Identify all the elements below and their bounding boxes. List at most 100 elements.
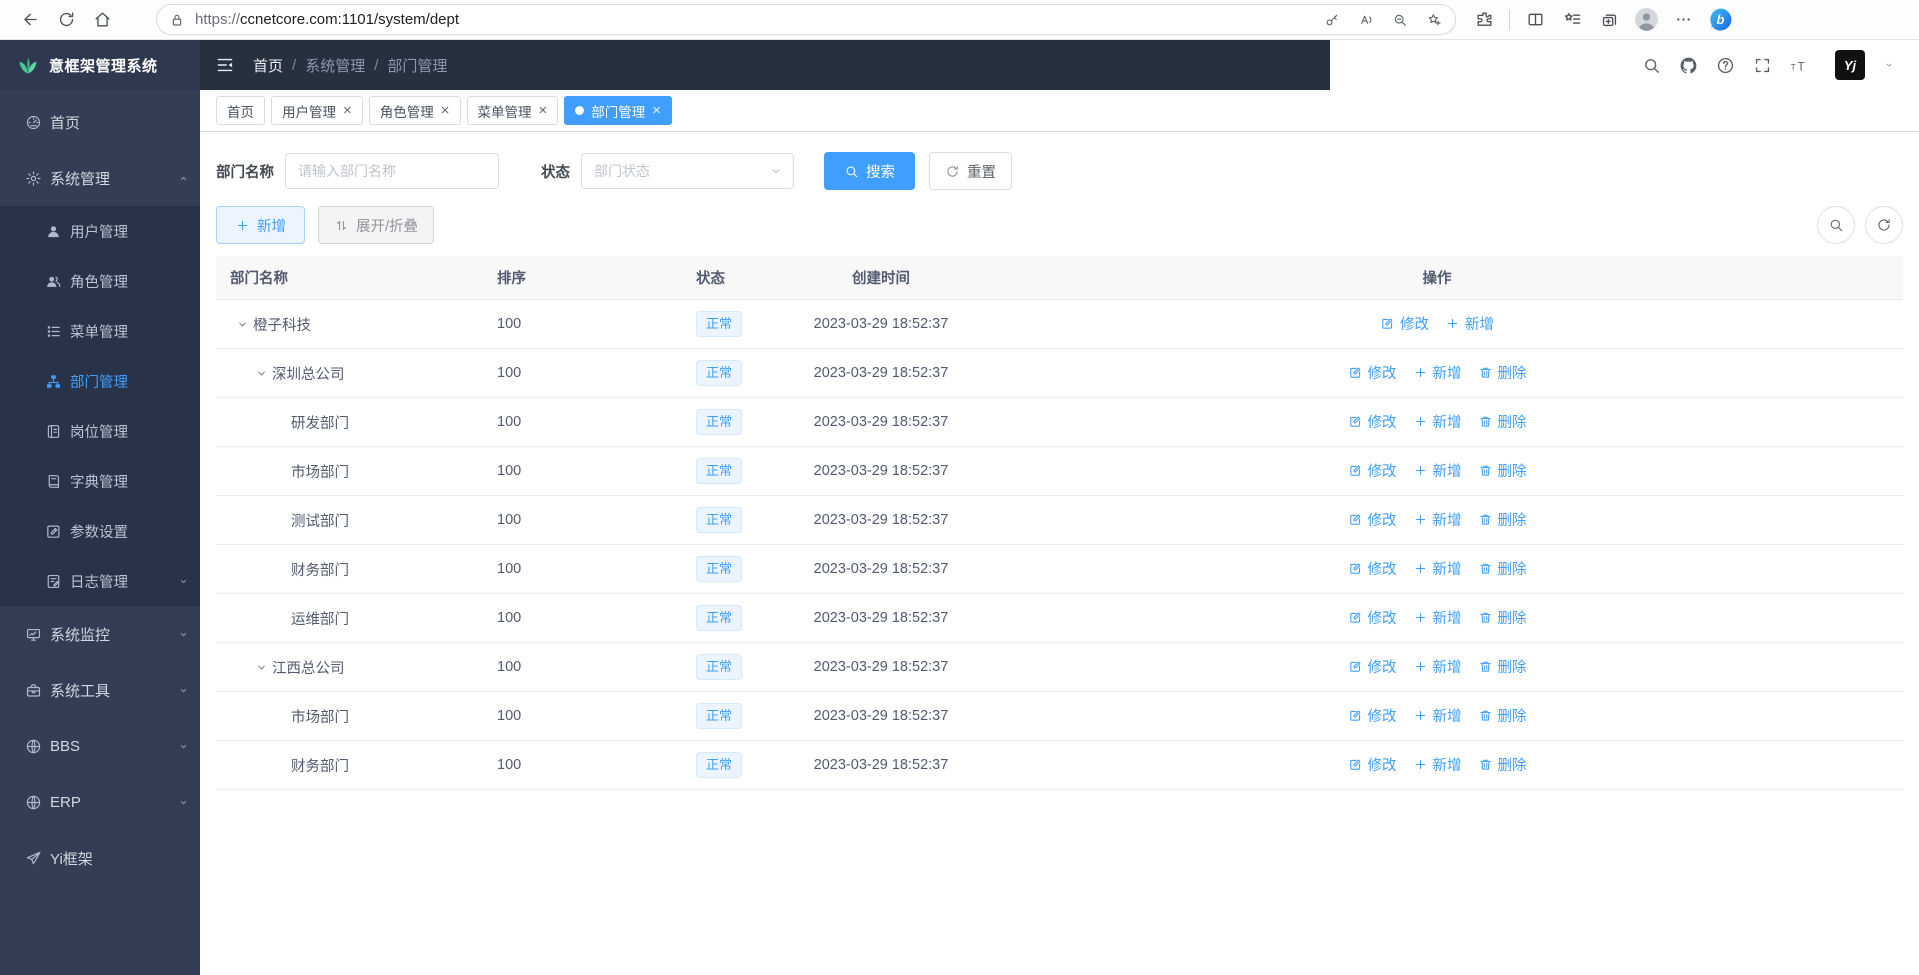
refresh-table-button[interactable] xyxy=(1865,206,1903,244)
breadcrumb-home[interactable]: 首页 xyxy=(253,55,283,76)
add-link[interactable]: 新增 xyxy=(1413,411,1462,432)
reset-button[interactable]: 重置 xyxy=(929,152,1012,190)
close-icon[interactable]: × xyxy=(441,103,450,118)
delete-link[interactable]: 删除 xyxy=(1478,558,1527,579)
edit-link[interactable]: 修改 xyxy=(1348,460,1397,481)
add-link[interactable]: 新增 xyxy=(1413,705,1462,726)
add-link[interactable]: 新增 xyxy=(1413,460,1462,481)
star-add-button[interactable] xyxy=(1419,6,1449,34)
font-size-button[interactable]: TT xyxy=(1790,56,1809,75)
add-link[interactable]: 新增 xyxy=(1445,313,1494,334)
edit-link[interactable]: 修改 xyxy=(1348,656,1397,677)
extensions-button[interactable] xyxy=(1468,4,1500,36)
add-button[interactable]: 新增 xyxy=(216,206,305,244)
dept-name: 运维部门 xyxy=(291,608,349,629)
table-toolbar: 新增 展开/折叠 xyxy=(216,206,1903,244)
add-link[interactable]: 新增 xyxy=(1413,754,1462,775)
key-button[interactable] xyxy=(1317,6,1347,34)
back-button[interactable] xyxy=(12,3,48,37)
status-badge: 正常 xyxy=(696,605,742,631)
sidebar-item-gear[interactable]: 系统管理 xyxy=(0,150,200,206)
tab-用户管理[interactable]: 用户管理× xyxy=(271,96,363,125)
add-link[interactable]: 新增 xyxy=(1413,558,1462,579)
expand-collapse-button[interactable]: 展开/折叠 xyxy=(318,206,434,244)
edit-link[interactable]: 修改 xyxy=(1348,754,1397,775)
close-icon[interactable]: × xyxy=(343,103,352,118)
split-screen-button[interactable] xyxy=(1519,4,1551,36)
delete-link[interactable]: 删除 xyxy=(1478,411,1527,432)
sidebar-item-user[interactable]: 用户管理 xyxy=(0,206,200,256)
delete-link[interactable]: 删除 xyxy=(1478,705,1527,726)
dept-name: 橙子科技 xyxy=(253,314,311,335)
sidebar-item-globe[interactable]: ERP xyxy=(0,774,200,830)
sidebar-item-dictionary[interactable]: 字典管理 xyxy=(0,456,200,506)
menu-fold-button[interactable] xyxy=(215,55,235,75)
tab-菜单管理[interactable]: 菜单管理× xyxy=(467,96,559,125)
search-icon xyxy=(1642,56,1661,75)
delete-link[interactable]: 删除 xyxy=(1478,460,1527,481)
sidebar-menu: 首页系统管理用户管理角色管理菜单管理部门管理岗位管理字典管理参数设置日志管理系统… xyxy=(0,90,200,886)
add-link[interactable]: 新增 xyxy=(1413,509,1462,530)
delete-link[interactable]: 删除 xyxy=(1478,509,1527,530)
close-icon[interactable]: × xyxy=(539,103,548,118)
app-logo[interactable]: 意框架管理系统 xyxy=(0,40,200,90)
edit-link[interactable]: 修改 xyxy=(1348,705,1397,726)
read-aloud-button[interactable] xyxy=(1351,6,1381,34)
sidebar-item-menu-list[interactable]: 菜单管理 xyxy=(0,306,200,356)
tab-部门管理[interactable]: 部门管理× xyxy=(564,96,672,125)
help-icon xyxy=(1716,56,1735,75)
zoom-out-button[interactable] xyxy=(1385,6,1415,34)
sidebar-item-dashboard[interactable]: 首页 xyxy=(0,94,200,150)
fullscreen-button[interactable] xyxy=(1753,56,1772,75)
delete-link[interactable]: 删除 xyxy=(1478,362,1527,383)
status-select[interactable]: 部门状态 xyxy=(581,153,794,189)
tab-角色管理[interactable]: 角色管理× xyxy=(369,96,461,125)
sidebar-item-log-edit[interactable]: 日志管理 xyxy=(0,556,200,606)
edit-link[interactable]: 修改 xyxy=(1380,313,1429,334)
search-button[interactable]: 搜索 xyxy=(824,152,915,190)
dept-name: 江西总公司 xyxy=(272,657,345,678)
bing-button[interactable]: b xyxy=(1704,4,1736,36)
edit-link[interactable]: 修改 xyxy=(1348,411,1397,432)
profile-button[interactable] xyxy=(1630,4,1662,36)
add-link[interactable]: 新增 xyxy=(1413,362,1462,383)
address-bar-buttons xyxy=(1317,6,1449,34)
refresh-button[interactable] xyxy=(48,3,84,37)
add-link[interactable]: 新增 xyxy=(1413,656,1462,677)
favorites-button[interactable] xyxy=(1556,4,1588,36)
edit-link[interactable]: 修改 xyxy=(1348,509,1397,530)
address-bar[interactable]: https://ccnetcore.com:1101/system/dept xyxy=(156,4,1456,35)
dept-name-input[interactable] xyxy=(285,153,499,189)
toggle-search-button[interactable] xyxy=(1817,206,1855,244)
sidebar-item-org-tree[interactable]: 部门管理 xyxy=(0,356,200,406)
help-button[interactable] xyxy=(1716,56,1735,75)
home-button[interactable] xyxy=(84,3,120,37)
github-button[interactable] xyxy=(1679,56,1698,75)
close-icon[interactable]: × xyxy=(652,103,661,118)
sidebar-item-send[interactable]: Yi框架 xyxy=(0,830,200,886)
sidebar-item-param-edit[interactable]: 参数设置 xyxy=(0,506,200,556)
filter-form: 部门名称 状态 部门状态 搜索 重置 xyxy=(216,152,1903,190)
delete-link[interactable]: 删除 xyxy=(1478,656,1527,677)
status-badge: 正常 xyxy=(696,654,742,680)
tab-首页[interactable]: 首页 xyxy=(216,96,265,125)
url-text[interactable]: https://ccnetcore.com:1101/system/dept xyxy=(195,11,1317,28)
edit-link[interactable]: 修改 xyxy=(1348,607,1397,628)
delete-link[interactable]: 删除 xyxy=(1478,607,1527,628)
edit-link[interactable]: 修改 xyxy=(1348,558,1397,579)
collections-button[interactable] xyxy=(1593,4,1625,36)
sidebar-item-post-badge[interactable]: 岗位管理 xyxy=(0,406,200,456)
user-avatar[interactable]: Yj xyxy=(1835,50,1865,80)
created-time: 2023-03-29 18:52:37 xyxy=(791,659,971,675)
search-button[interactable] xyxy=(1642,56,1661,75)
edit-link[interactable]: 修改 xyxy=(1348,362,1397,383)
sidebar-item-globe[interactable]: BBS xyxy=(0,718,200,774)
more-button[interactable] xyxy=(1667,4,1699,36)
delete-link[interactable]: 删除 xyxy=(1478,754,1527,775)
browser-toolbar: https://ccnetcore.com:1101/system/dept b xyxy=(0,0,1919,40)
breadcrumb-system[interactable]: 系统管理 xyxy=(305,55,365,76)
sidebar-item-toolbox[interactable]: 系统工具 xyxy=(0,662,200,718)
add-link[interactable]: 新增 xyxy=(1413,607,1462,628)
sidebar-item-users[interactable]: 角色管理 xyxy=(0,256,200,306)
sidebar-item-monitor[interactable]: 系统监控 xyxy=(0,606,200,662)
